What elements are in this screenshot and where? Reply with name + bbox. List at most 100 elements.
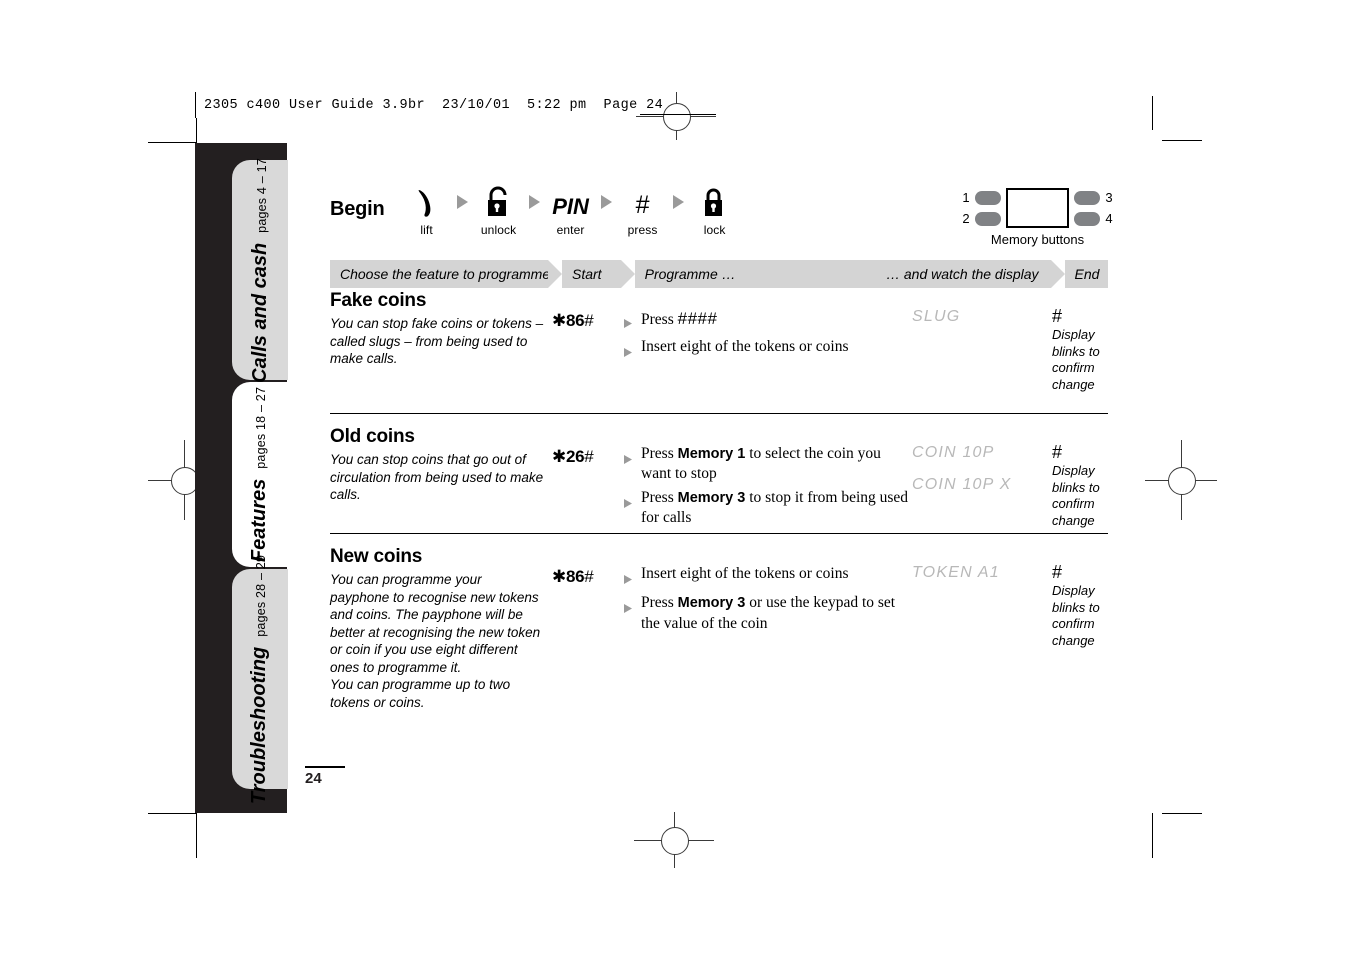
star-key-glyph: ✱ <box>552 311 566 330</box>
lcd-display-text-secondary: COIN 10P X <box>912 476 1012 493</box>
feature-display-column: TOKEN A1 <box>912 546 1052 596</box>
bullet-triangle-icon <box>624 343 632 363</box>
feature-description-paragraph-2: You can programme up to two tokens or co… <box>330 677 511 710</box>
feature-start-column: ✱86# <box>552 290 624 331</box>
bullet-triangle-icon <box>624 599 632 619</box>
arrow-separator-icon <box>525 186 545 218</box>
sidebar-tab-calls-and-cash-pages: pages 4 – 17 <box>254 157 269 233</box>
programme-step-text: Press <box>641 488 678 506</box>
hash-key-glyph: # <box>584 447 594 466</box>
feature-description-column: New coins You can programme your payphon… <box>330 546 552 711</box>
slugline-rule <box>640 114 716 115</box>
feature-description-paragraph: You can stop coins that go out of circul… <box>330 452 544 503</box>
memory-buttons-diagram: 1 2 3 4 Memory buttons <box>960 188 1115 247</box>
feature-start-column: ✱26# <box>552 426 624 467</box>
hash-key-icon: # <box>636 186 650 218</box>
memory-button-number-2: 2 <box>962 211 970 226</box>
feature-description-column: Fake coins You can stop fake coins or to… <box>330 290 552 368</box>
feature-programme-column: Press Memory 1 to select the coin you wa… <box>624 426 912 532</box>
feature-row-fake-coins: Fake coins You can stop fake coins or to… <box>330 290 1108 393</box>
lcd-display-text: COIN 10P <box>912 444 995 461</box>
start-code-digits: 26 <box>565 447 585 466</box>
sidebar-tab-troubleshooting[interactable]: Troubleshooting pages 28 – 29 <box>232 554 288 804</box>
memory-buttons-caption: Memory buttons <box>990 232 1085 247</box>
feature-display-column: COIN 10P COIN 10P X <box>912 426 1052 508</box>
programme-step-item: Press #### <box>624 308 912 334</box>
bullet-triangle-icon <box>624 314 632 334</box>
begin-step-unlock-caption: unlock <box>480 223 517 237</box>
begin-label: Begin <box>330 198 385 220</box>
lcd-display-text: SLUG <box>912 308 961 325</box>
registration-mark-bottom <box>634 812 714 868</box>
feature-description-paragraph: You can stop fake coins or tokens – call… <box>330 316 544 367</box>
begin-step-lock-caption: lock <box>703 223 726 237</box>
begin-step-press-hash: # press <box>617 186 669 238</box>
column-header-programme: Programme … … and watch the display <box>634 260 1065 288</box>
feature-end-column: # Display blinks to confirm change <box>1052 426 1108 529</box>
hash-key-glyph: # <box>584 567 594 586</box>
begin-step-enter-pin: PIN enter <box>545 186 597 238</box>
payphone-display-screen <box>1006 188 1069 228</box>
feature-description-column: Old coins You can stop coins that go out… <box>330 426 552 504</box>
end-note-text: Display blinks to confirm change <box>1052 463 1100 528</box>
slugline-text: 2305 c400 User Guide 3.9br 23/10/01 5:22… <box>204 97 664 113</box>
memory-button-3[interactable] <box>1074 190 1100 205</box>
start-code-digits: 86 <box>565 567 585 586</box>
programme-step-bold: Memory 3 <box>677 489 746 506</box>
programme-step-list: Press Memory 1 to select the coin you wa… <box>624 444 912 529</box>
end-hash-glyph: # <box>1052 442 1063 462</box>
begin-step-enter-caption: enter <box>556 223 585 237</box>
section-divider <box>330 413 1108 414</box>
programme-step-bold: Memory 3 <box>677 595 746 612</box>
begin-sequence: Begin lift unlock PIN enter # press lock <box>330 186 741 237</box>
start-code: ✱86# <box>552 567 594 586</box>
sidebar-tab-features-title: Features <box>248 478 271 563</box>
pin-glyph-text: PIN <box>552 194 589 219</box>
end-hash-glyph: # <box>1052 306 1063 326</box>
memory-button-4[interactable] <box>1074 211 1100 226</box>
start-code-digits: 86 <box>565 311 585 330</box>
end-note-text: Display blinks to confirm change <box>1052 327 1100 392</box>
column-header-bar: Choose the feature to programme Start Pr… <box>330 260 1108 288</box>
feature-programme-column: Insert eight of the tokens or coins Pres… <box>624 546 912 637</box>
crop-mark-bottom-right-vertical <box>1152 813 1153 858</box>
memory-button-1[interactable] <box>975 190 1001 205</box>
section-divider <box>330 533 1108 534</box>
feature-end-column: # Display blinks to confirm change <box>1052 546 1108 649</box>
hash-key-glyph: # <box>584 311 594 330</box>
programme-step-list: Press #### Insert eight of the tokens or… <box>624 308 912 364</box>
star-key-glyph: ✱ <box>552 567 566 586</box>
column-header-choose-feature-label: Choose the feature to programme <box>340 266 551 282</box>
programme-step-text: Press <box>641 445 678 462</box>
sidebar-tab-troubleshooting-title: Troubleshooting <box>248 646 271 804</box>
feature-programme-column: Press #### Insert eight of the tokens or… <box>624 290 912 367</box>
bullet-triangle-icon <box>624 494 632 514</box>
feature-title: New coins <box>330 546 423 567</box>
end-hash-glyph: # <box>1052 562 1063 582</box>
memory-button-number-4: 4 <box>1105 211 1113 226</box>
column-header-programme-label: Programme … <box>644 266 736 282</box>
sidebar-tab-calls-and-cash[interactable]: Calls and cash pages 4 – 17 <box>232 157 288 382</box>
programme-step-hashes: #### <box>677 309 718 328</box>
begin-step-lift: lift <box>401 186 453 237</box>
sidebar-tab-troubleshooting-pages: pages 28 – 29 <box>254 554 269 637</box>
arrow-separator-icon <box>453 186 473 218</box>
end-note-text: Display blinks to confirm change <box>1052 583 1100 648</box>
memory-button-2[interactable] <box>975 211 1001 226</box>
crop-mark-top-left-horizontal <box>148 142 196 143</box>
bullet-triangle-icon <box>624 450 632 470</box>
programme-step-text: Press <box>641 311 678 328</box>
registration-mark-right <box>1145 440 1217 520</box>
column-header-end-label: End <box>1074 266 1100 282</box>
column-header-start-label: Start <box>572 266 602 282</box>
sidebar-tab-features[interactable]: Features pages 18 – 27 <box>232 382 288 567</box>
memory-button-number-1: 1 <box>962 190 970 205</box>
programme-step-item: Insert eight of the tokens or coins <box>624 564 912 590</box>
column-header-end: End <box>1064 260 1108 288</box>
column-header-watch-display-label: … and watch the display <box>885 266 1039 282</box>
feature-display-column: SLUG <box>912 290 1052 340</box>
programme-step-item: Press Memory 3 or use the keypad to set … <box>624 593 912 634</box>
memory-button-number-3: 3 <box>1105 190 1113 205</box>
sidebar-tab-features-pages: pages 18 – 27 <box>254 386 269 469</box>
pin-text-icon: PIN <box>552 186 589 218</box>
